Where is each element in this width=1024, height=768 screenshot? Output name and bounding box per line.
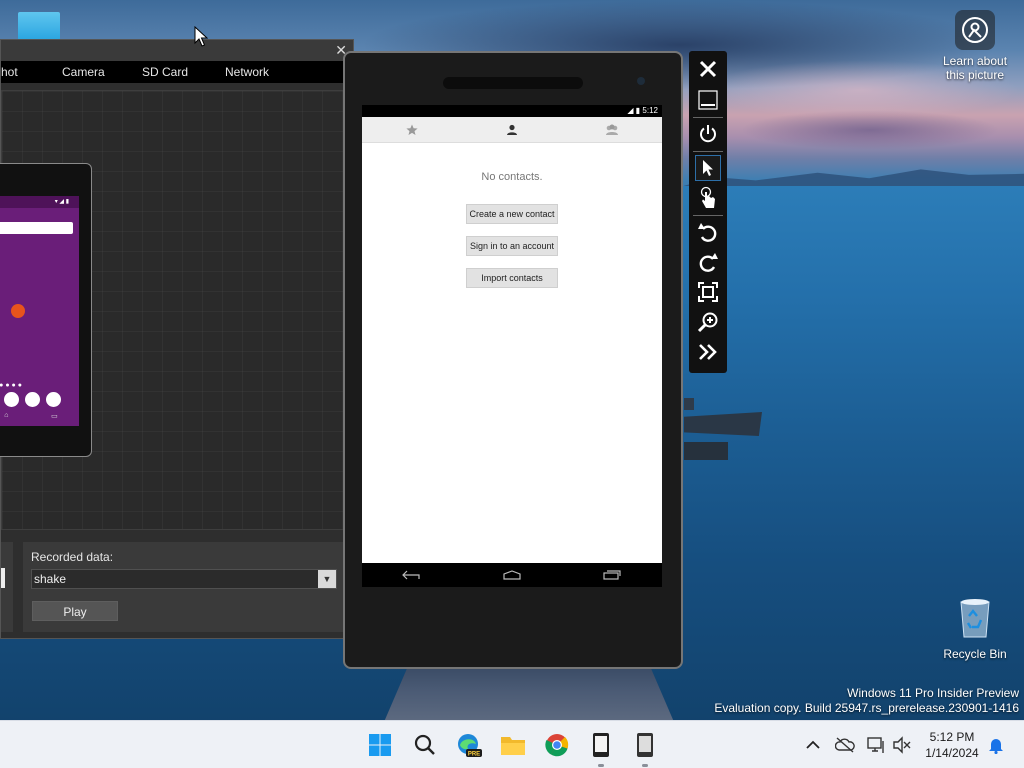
watermark-line-2: Evaluation copy. Build 25947.rs_prerelea… [714, 701, 1019, 715]
tab-camera[interactable]: Camera [62, 65, 105, 79]
chevron-down-icon[interactable]: ▼ [318, 570, 336, 588]
desktop-folder-icon[interactable] [18, 12, 60, 40]
start-icon[interactable] [364, 729, 396, 761]
recorded-data-panel: Recorded data: shake ▼ Play [23, 542, 345, 632]
tab-favorites[interactable] [362, 117, 462, 143]
learn-about-picture[interactable]: Learn about this picture [936, 10, 1014, 82]
tab-groups[interactable] [562, 117, 662, 143]
watermark-line-1: Windows 11 Pro Insider Preview [847, 686, 1019, 700]
recorded-data-label: Recorded data: [31, 550, 114, 564]
person-icon [507, 124, 517, 135]
tab-sd-card[interactable]: SD Card [142, 65, 188, 79]
rotate-left-icon[interactable] [695, 219, 721, 245]
edge-badge-label: PRE [468, 752, 480, 758]
touch-icon[interactable] [695, 185, 721, 211]
tab-screenshot[interactable]: hot [1, 65, 18, 79]
status-time: 5:12 [642, 106, 658, 115]
android-nav-bar [362, 563, 662, 587]
onedrive-offline-icon[interactable] [829, 729, 861, 761]
taskbar: PRE 5:12 PM 1/14/2024 [0, 720, 1024, 768]
device-screen[interactable]: ◢ ▮ 5:12 No contacts. Create a new conta… [362, 105, 662, 587]
emulator-manager-icon[interactable] [585, 729, 617, 761]
emulator-toolbar [689, 51, 727, 373]
notification-bell-icon[interactable] [980, 729, 1012, 761]
recycle-bin-icon [960, 599, 990, 638]
volume-muted-icon[interactable] [886, 729, 918, 761]
orange-dot [11, 304, 25, 318]
pointer-icon[interactable] [695, 155, 721, 181]
camera-info-icon [955, 10, 995, 50]
windows-watermark: Windows 11 Pro Insider Preview Evaluatio… [714, 686, 1019, 716]
recorded-data-value: shake [34, 572, 67, 586]
sign-in-account-button[interactable]: Sign in to an account [466, 236, 558, 256]
taskbar-clock[interactable]: 5:12 PM 1/14/2024 [918, 729, 986, 761]
import-contacts-button[interactable]: Import contacts [466, 268, 558, 288]
contacts-tab-bar [362, 117, 662, 143]
search-icon[interactable] [409, 729, 441, 761]
no-contacts-message: No contacts. [481, 171, 543, 183]
emulator-window-icon[interactable] [629, 729, 661, 761]
play-button[interactable]: Play [32, 601, 118, 621]
status-bar: ◢ ▮ 5:12 [362, 105, 662, 117]
device-camera [637, 77, 645, 85]
close-icon[interactable] [695, 56, 721, 82]
tools-titlebar[interactable]: ✕ [1, 40, 353, 61]
power-icon[interactable] [695, 121, 721, 147]
chevron-up-icon[interactable] [797, 729, 829, 761]
learn-about-label: Learn about this picture [942, 54, 1008, 82]
create-contact-button[interactable]: Create a new contact [466, 204, 558, 224]
additional-tools-window: ✕ hot Camera SD Card Network ▾ ◢ ▮ ● ● ●… [0, 39, 354, 639]
more-icon[interactable] [695, 339, 721, 365]
tab-contacts[interactable] [462, 117, 562, 143]
mini-search-bar [0, 222, 73, 234]
clock-time: 5:12 PM [929, 730, 975, 744]
edge-icon[interactable]: PRE [453, 729, 485, 761]
mouse-cursor-icon [194, 26, 208, 47]
recents-icon[interactable] [602, 570, 622, 580]
star-icon [406, 124, 418, 135]
tools-tab-bar: hot Camera SD Card Network [1, 61, 353, 83]
file-explorer-icon[interactable] [497, 729, 529, 761]
rotate-right-icon[interactable] [695, 249, 721, 275]
phone-model[interactable]: ▾ ◢ ▮ ● ● ● ● ● ⌂▭ [0, 163, 92, 457]
recorded-data-select[interactable]: shake ▼ [31, 569, 337, 589]
left-panel-stub [1, 542, 13, 632]
emulator-device: ◢ ▮ 5:12 No contacts. Create a new conta… [343, 51, 683, 669]
group-icon [606, 124, 618, 135]
fit-screen-icon[interactable] [695, 279, 721, 305]
back-icon[interactable] [402, 570, 422, 580]
chrome-icon[interactable] [541, 729, 573, 761]
phone-model-screen: ▾ ◢ ▮ ● ● ● ● ● ⌂▭ [0, 196, 79, 426]
home-icon[interactable] [502, 570, 522, 580]
device-speaker [443, 77, 583, 89]
zoom-icon[interactable] [695, 309, 721, 335]
recycle-bin-label: Recycle Bin [943, 647, 1007, 661]
minimize-icon[interactable] [695, 87, 721, 113]
accelerometer-canvas[interactable]: ▾ ◢ ▮ ● ● ● ● ● ⌂▭ [0, 90, 345, 530]
clock-date: 1/14/2024 [925, 746, 979, 760]
tab-network[interactable]: Network [225, 65, 269, 79]
recycle-bin[interactable]: Recycle Bin [938, 596, 1012, 661]
